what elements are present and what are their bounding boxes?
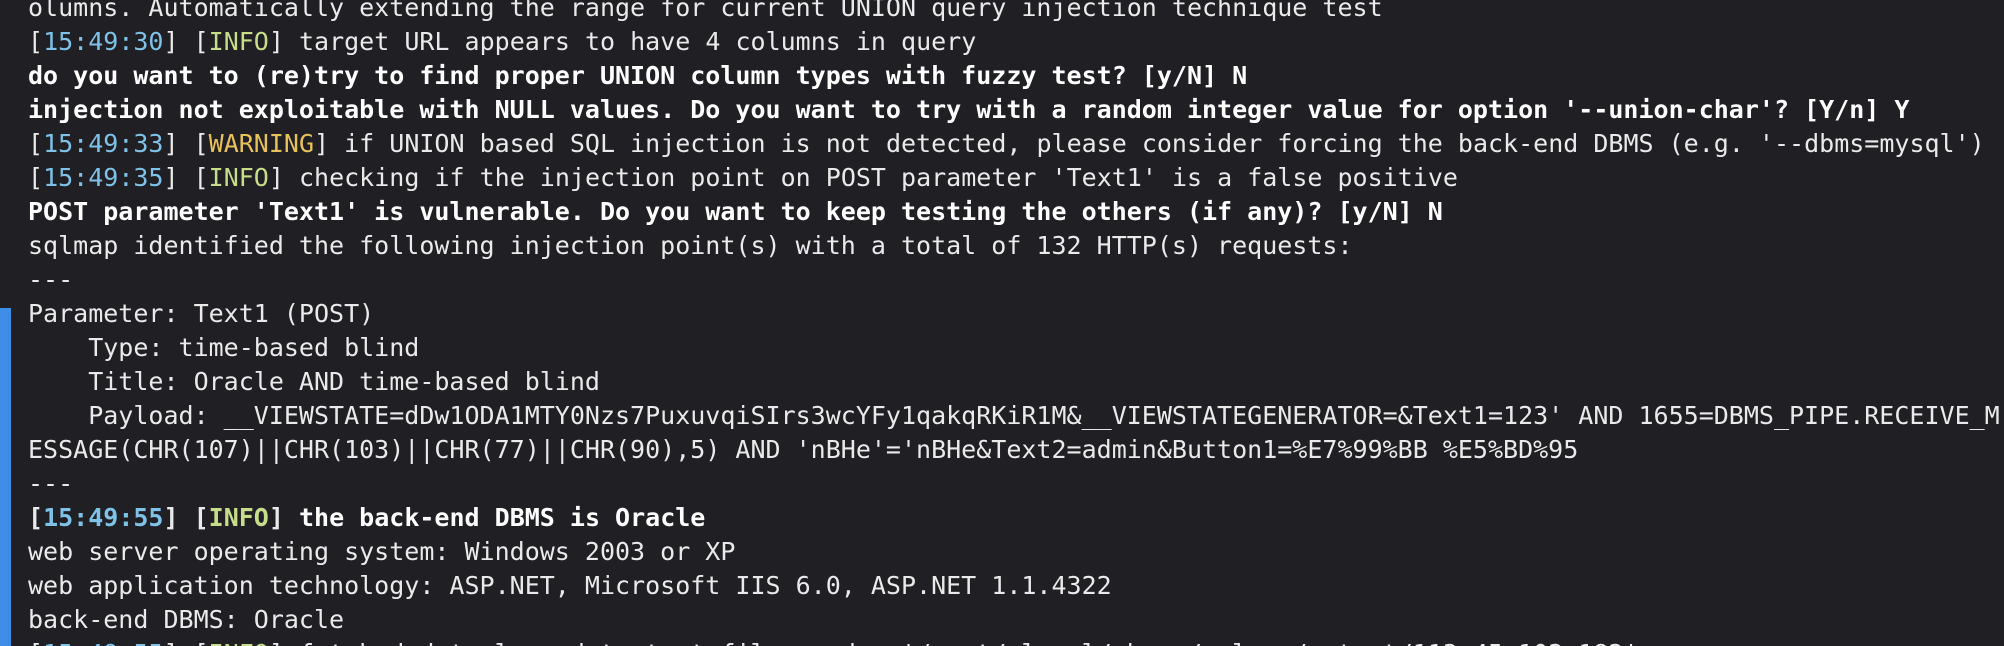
line-text: Type: time-based blind bbox=[28, 333, 420, 362]
timestamp: 15:49:33 bbox=[43, 129, 164, 158]
terminal-line: web application technology: ASP.NET, Mic… bbox=[28, 569, 2004, 603]
timestamp: 15:49:35 bbox=[43, 163, 164, 192]
line-text: injection not exploitable with NULL valu… bbox=[28, 95, 1910, 124]
terminal-line: [15:49:33] [WARNING] if UNION based SQL … bbox=[28, 127, 2004, 161]
terminal-line: web server operating system: Windows 200… bbox=[28, 535, 2004, 569]
line-text: the back-end DBMS is Oracle bbox=[283, 503, 706, 532]
terminal-line: Title: Oracle AND time-based blind bbox=[28, 365, 2004, 399]
log-level-badge: INFO bbox=[208, 503, 269, 532]
terminal-line: --- bbox=[28, 467, 2004, 501]
bracket: [ bbox=[28, 129, 44, 158]
line-text: target URL appears to have 4 columns in … bbox=[283, 27, 977, 56]
terminal-output: olumns. Automatically extending the rang… bbox=[28, 0, 2004, 646]
bracket: ] [ bbox=[163, 503, 209, 532]
timestamp: 15:49:30 bbox=[43, 27, 164, 56]
terminal-line: Type: time-based blind bbox=[28, 331, 2004, 365]
terminal-line: [15:49:35] [INFO] checking if the inject… bbox=[28, 161, 2004, 195]
bracket: ] [ bbox=[163, 129, 209, 158]
line-text: back-end DBMS: Oracle bbox=[28, 605, 345, 634]
terminal-line: POST parameter 'Text1' is vulnerable. Do… bbox=[28, 195, 2004, 229]
line-text: if UNION based SQL injection is not dete… bbox=[329, 129, 1985, 158]
bracket: ] bbox=[269, 639, 284, 646]
terminal-line: [15:49:55] [INFO] fetched data logged to… bbox=[28, 637, 2004, 646]
line-text: web application technology: ASP.NET, Mic… bbox=[28, 571, 1112, 600]
bracket: ] bbox=[314, 129, 330, 158]
terminal-line: Payload: __VIEWSTATE=dDw1ODA1MTY0Nzs7Pux… bbox=[28, 399, 2004, 433]
terminal-line: olumns. Automatically extending the rang… bbox=[28, 0, 2004, 25]
log-level-badge: INFO bbox=[208, 163, 269, 192]
bracket: [ bbox=[28, 639, 43, 646]
line-text: sqlmap identified the following injectio… bbox=[28, 231, 1353, 260]
bracket: ] bbox=[268, 503, 284, 532]
line-text: fetched data logged to text files under … bbox=[284, 639, 1639, 646]
bracket: ] bbox=[268, 163, 284, 192]
terminal-line: do you want to (re)try to find proper UN… bbox=[28, 59, 2004, 93]
scroll-indicator-bar bbox=[0, 308, 11, 646]
bracket: ] [ bbox=[163, 163, 209, 192]
log-level-badge: INFO bbox=[208, 27, 269, 56]
terminal-line: injection not exploitable with NULL valu… bbox=[28, 93, 2004, 127]
log-level-badge: WARNING bbox=[208, 129, 314, 158]
line-text: Payload: __VIEWSTATE=dDw1ODA1MTY0Nzs7Pux… bbox=[28, 401, 2000, 430]
bracket: ] [ bbox=[163, 639, 208, 646]
terminal-line: back-end DBMS: Oracle bbox=[28, 603, 2004, 637]
line-text: --- bbox=[28, 469, 74, 498]
line-text: web server operating system: Windows 200… bbox=[28, 537, 736, 566]
line-text: Title: Oracle AND time-based blind bbox=[28, 367, 600, 396]
line-text: Parameter: Text1 (POST) bbox=[28, 299, 375, 328]
bracket: [ bbox=[28, 27, 44, 56]
terminal-line: sqlmap identified the following injectio… bbox=[28, 229, 2004, 263]
terminal-line: [15:49:55] [INFO] the back-end DBMS is O… bbox=[28, 501, 2004, 535]
terminal-line: --- bbox=[28, 263, 2004, 297]
timestamp: 15:49:55 bbox=[43, 639, 163, 646]
terminal-line: [15:49:30] [INFO] target URL appears to … bbox=[28, 25, 2004, 59]
log-level-badge: INFO bbox=[209, 639, 269, 646]
bracket: [ bbox=[28, 163, 44, 192]
terminal-window[interactable]: olumns. Automatically extending the rang… bbox=[0, 0, 2004, 646]
line-text: olumns. Automatically extending the rang… bbox=[28, 0, 1383, 22]
line-text: do you want to (re)try to find proper UN… bbox=[28, 61, 1248, 90]
terminal-line: ESSAGE(CHR(107)||CHR(103)||CHR(77)||CHR(… bbox=[28, 433, 2004, 467]
bracket: ] [ bbox=[163, 27, 209, 56]
bracket: [ bbox=[28, 503, 44, 532]
terminal-line: Parameter: Text1 (POST) bbox=[28, 297, 2004, 331]
timestamp: 15:49:55 bbox=[43, 503, 164, 532]
line-text: checking if the injection point on POST … bbox=[283, 163, 1458, 192]
line-text: --- bbox=[28, 265, 74, 294]
line-text: ESSAGE(CHR(107)||CHR(103)||CHR(77)||CHR(… bbox=[28, 435, 1579, 464]
bracket: ] bbox=[268, 27, 284, 56]
line-text: POST parameter 'Text1' is vulnerable. Do… bbox=[28, 197, 1443, 226]
